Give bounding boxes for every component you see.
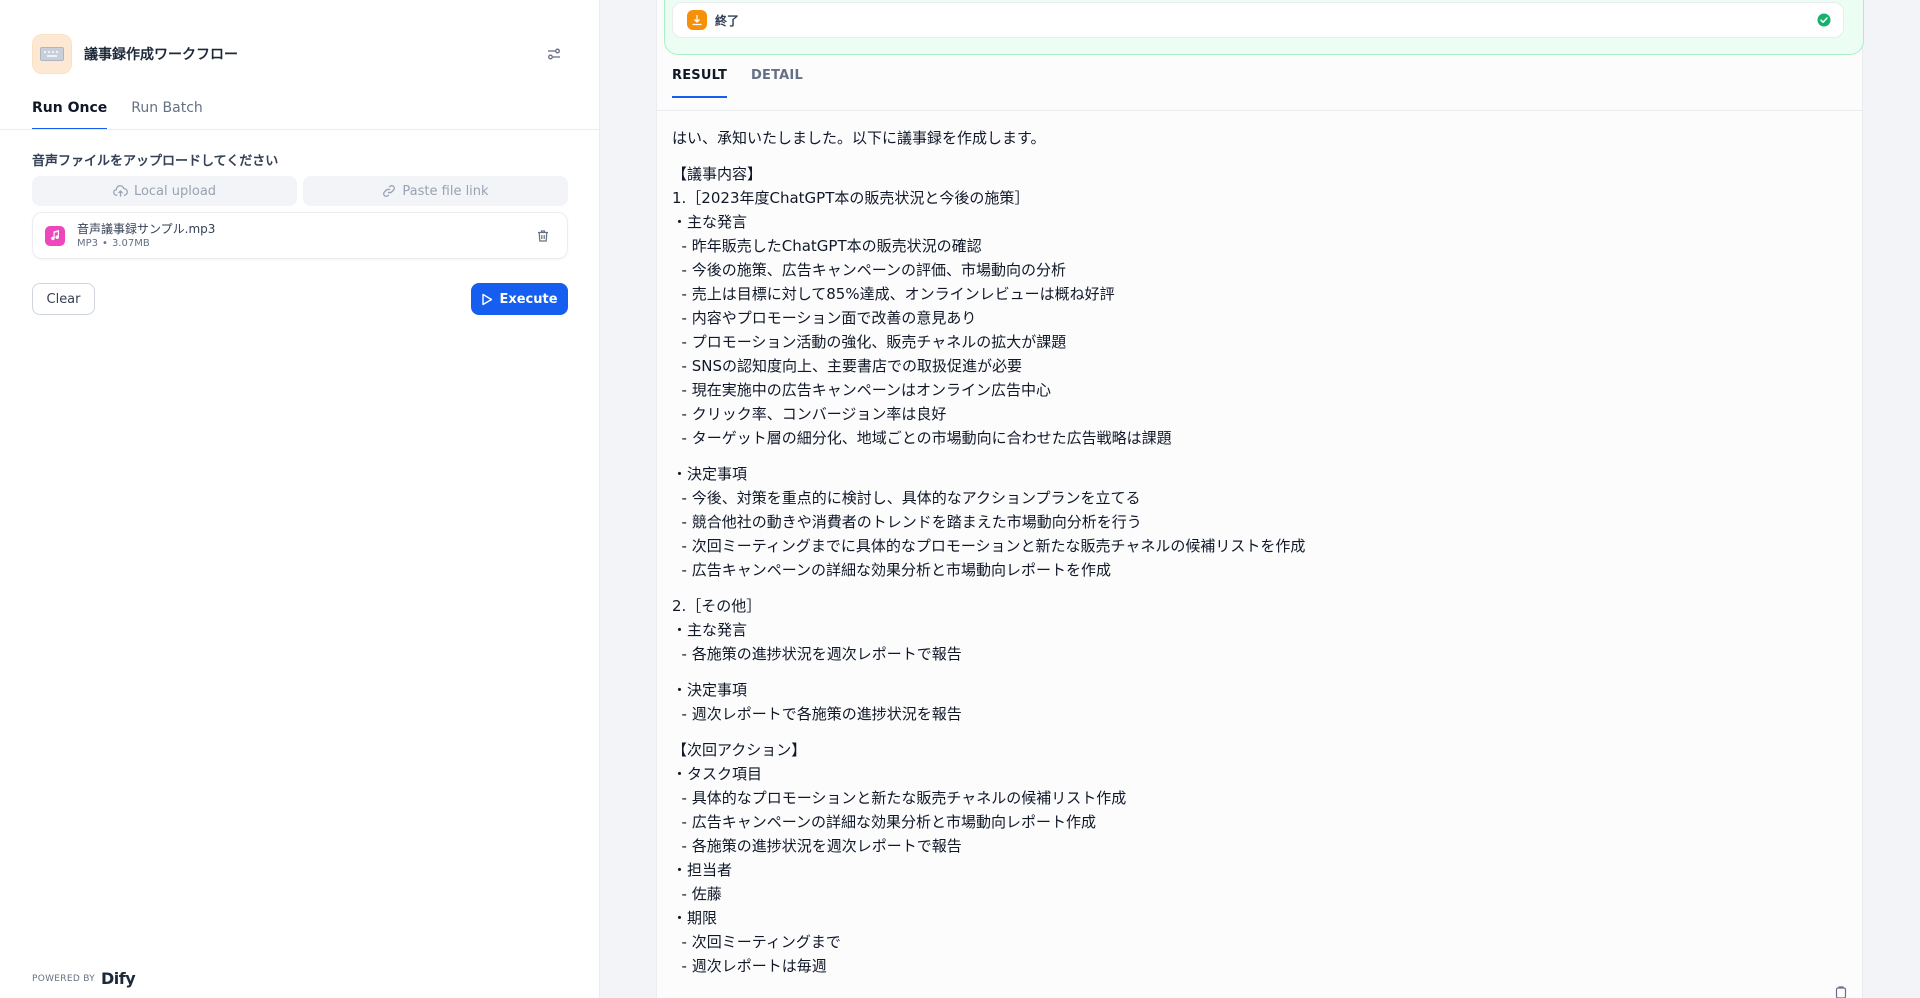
result-line: ・決定事項 bbox=[672, 465, 748, 483]
uploaded-file-card: 音声議事録サンプル.mp3 MP3 • 3.07MB bbox=[32, 212, 568, 259]
result-line: - 次回ミーティングまでに具体的なプロモーションと新たな販売チャネルの候補リスト… bbox=[672, 537, 1306, 555]
result-line: 【次回アクション】 bbox=[672, 741, 807, 759]
powered-by: POWERED BY Dify bbox=[32, 969, 136, 988]
app-title: 議事録作成ワークフロー bbox=[84, 47, 238, 63]
result-line: ・決定事項 bbox=[672, 681, 748, 699]
result-line: - 昨年販売したChatGPT本の販売状況の確認 bbox=[672, 237, 982, 255]
result-line: - プロモーション活動の強化、販売チャネルの拡大が課題 bbox=[672, 333, 1067, 351]
execute-button[interactable]: Execute bbox=[471, 283, 568, 315]
music-note-icon bbox=[45, 225, 65, 246]
result-divider bbox=[657, 110, 1862, 111]
clear-button[interactable]: Clear bbox=[32, 283, 95, 315]
result-line: - 広告キャンペーンの詳細な効果分析と市場動向レポート作成 bbox=[672, 813, 1096, 831]
result-line: - 次回ミーティングまで bbox=[672, 933, 841, 951]
link-icon bbox=[383, 185, 396, 197]
result-line: - SNSの認知度向上、主要書店での取扱促進が必要 bbox=[672, 357, 1022, 375]
result-tabs: RESULT DETAIL bbox=[672, 68, 803, 98]
paste-link-label: Paste file link bbox=[402, 183, 489, 199]
run-mode-tabs: Run Once Run Batch bbox=[32, 96, 203, 130]
result-line: 2.［その他］ bbox=[672, 597, 762, 615]
tab-run-batch[interactable]: Run Batch bbox=[131, 96, 203, 130]
result-line: - 内容やプロモーション面で改善の意見あり bbox=[672, 309, 977, 327]
result-section: ・決定事項 - 週次レポートで各施策の進捗状況を報告 bbox=[672, 678, 1822, 726]
result-line: ・主な発言 bbox=[672, 213, 748, 231]
result-line: ・担当者 bbox=[672, 861, 733, 879]
result-line: - クリック率、コンバージョン率は良好 bbox=[672, 405, 947, 423]
end-node-icon bbox=[687, 10, 707, 30]
check-circle-icon bbox=[1817, 13, 1831, 27]
result-line: ・主な発言 bbox=[672, 621, 748, 639]
file-name: 音声議事録サンプル.mp3 bbox=[77, 221, 216, 236]
file-type: MP3 bbox=[77, 237, 99, 249]
result-line: - 今後の施策、広告キャンペーンの評価、市場動向の分析 bbox=[672, 261, 1066, 279]
end-node-card[interactable]: 終了 bbox=[672, 2, 1844, 38]
cloud-upload-icon bbox=[113, 185, 128, 197]
tab-result[interactable]: RESULT bbox=[672, 68, 728, 98]
file-size: 3.07MB bbox=[111, 237, 150, 249]
file-meta: MP3 • 3.07MB bbox=[77, 237, 215, 251]
result-line: - 各施策の進捗状況を週次レポートで報告 bbox=[672, 837, 962, 855]
result-line: - 売上は目標に対して85%達成、オンラインレビューは概ね好評 bbox=[672, 285, 1115, 303]
tab-run-once[interactable]: Run Once bbox=[32, 96, 108, 130]
paste-link-button[interactable]: Paste file link bbox=[303, 176, 568, 206]
result-output: はい、承知いたしました。以下に議事録を作成します。 【議事内容】 1.［2023年… bbox=[672, 126, 1822, 978]
upload-field-label: 音声ファイルをアップロードしてください bbox=[32, 154, 279, 169]
result-line: - 広告キャンペーンの詳細な効果分析と市場動向レポートを作成 bbox=[672, 561, 1111, 579]
powered-by-label: POWERED BY bbox=[32, 973, 96, 984]
file-meta-separator: • bbox=[102, 237, 108, 249]
app-header: 議事録作成ワークフロー bbox=[32, 34, 568, 74]
result-line: - 週次レポートで各施策の進捗状況を報告 bbox=[672, 705, 962, 723]
local-upload-label: Local upload bbox=[133, 183, 217, 199]
result-section: 【次回アクション】 ・タスク項目 - 具体的なプロモーションと新たな販売チャネルの… bbox=[672, 738, 1822, 978]
local-upload-button[interactable]: Local upload bbox=[32, 176, 297, 206]
result-section: ・決定事項 - 今後、対策を重点的に検討し、具体的なアクションプランを立てる -… bbox=[672, 462, 1822, 582]
play-icon bbox=[482, 293, 493, 305]
result-line: ・期限 bbox=[672, 909, 718, 927]
result-line: - 今後、対策を重点的に検討し、具体的なアクションプランを立てる bbox=[672, 489, 1141, 507]
result-line: ・タスク項目 bbox=[672, 765, 763, 783]
result-line: 【議事内容】 bbox=[672, 165, 763, 183]
result-line: - 具体的なプロモーションと新たな販売チャネルの候補リスト作成 bbox=[672, 789, 1127, 807]
trash-icon bbox=[538, 229, 548, 242]
result-line: - 週次レポートは毎週 bbox=[672, 957, 827, 975]
result-section: 2.［その他］ ・主な発言 - 各施策の進捗状況を週次レポートで報告 bbox=[672, 594, 1822, 666]
tab-detail[interactable]: DETAIL bbox=[751, 68, 803, 98]
tabs-divider bbox=[0, 129, 600, 130]
result-section: 【議事内容】 1.［2023年度ChatGPT本の販売状況と今後の施策］ ・主な発言… bbox=[672, 162, 1822, 450]
result-line: - 各施策の進捗状況を週次レポートで報告 bbox=[672, 645, 962, 663]
upload-options: Local upload Paste file link bbox=[32, 176, 568, 206]
end-node-title: 終了 bbox=[715, 13, 740, 28]
result-line: - 現在実施中の広告キャンペーンはオンライン広告中心 bbox=[672, 381, 1051, 399]
settings-button[interactable] bbox=[540, 40, 568, 68]
clipboard-icon[interactable] bbox=[1834, 986, 1848, 998]
file-info: 音声議事録サンプル.mp3 MP3 • 3.07MB bbox=[77, 221, 215, 251]
result-line: - ターゲット層の細分化、地域ごとの市場動向に合わせた広告戦略は課題 bbox=[672, 429, 1172, 447]
result-intro: はい、承知いたしました。以下に議事録を作成します。 bbox=[672, 129, 1046, 147]
sliders-icon bbox=[548, 48, 560, 60]
result-line: - 競合他社の動きや消費者のトレンドを踏まえた市場動向分析を行う bbox=[672, 513, 1142, 531]
result-line: - 佐藤 bbox=[672, 885, 722, 903]
dify-logo[interactable]: Dify bbox=[101, 969, 136, 988]
delete-file-button[interactable] bbox=[531, 224, 555, 248]
result-line: 1.［2023年度ChatGPT本の販売状況と今後の施策］ bbox=[672, 189, 1030, 207]
keyboard-icon bbox=[32, 34, 72, 74]
run-panel: 議事録作成ワークフロー Run Once Run Batch 音声ファイルをアッ… bbox=[0, 0, 600, 998]
execute-label: Execute bbox=[499, 291, 558, 307]
